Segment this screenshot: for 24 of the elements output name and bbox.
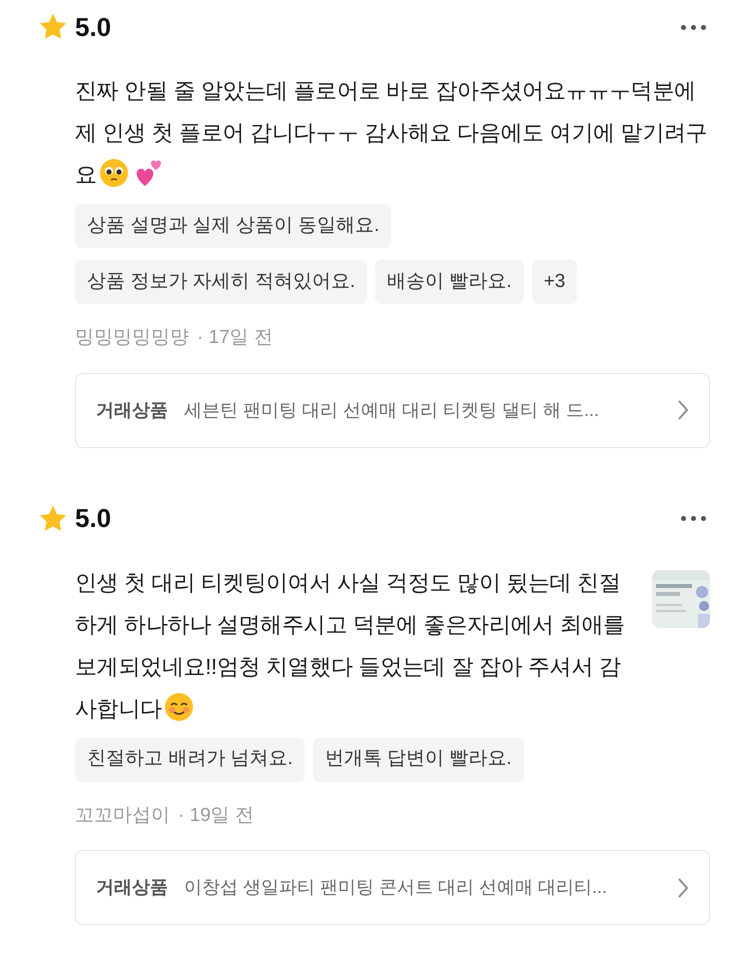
review-tag: 번개톡 답변이 빨라요. — [312, 738, 524, 782]
pleading-face-icon — [98, 158, 129, 188]
product-title: 세븐틴 팬미팅 대리 선예매 대리 티켓팅 댈티 해 드... — [184, 398, 600, 422]
product-title: 이창섭 생일파티 팬미팅 콘서트 대리 선예매 대리티... — [184, 876, 608, 899]
review-tag: +3 — [532, 260, 578, 304]
review-text: 진짜 안될 줄 알았는데 플로어로 바로 잡아주셨어요ㅠㅠㅜ덕분에 제 인생 첫 플로어 갑니다ㅜㅜ 감사해요 다음에도 여기에 맡기려구요 — [75, 77, 708, 190]
rating: 5.0 — [75, 502, 112, 535]
author-name: 밍밍밍밍밍먕 — [75, 326, 189, 350]
chevron-right-icon — [677, 399, 689, 421]
review-text: 인생 첫 대리 티켓팅이여서 사실 걱정도 많이 됬는데 친절하게 하나하나 설명해주시고 덕분에 좋은자리에서 최애를 보게되었네요!!엄청 치열했다 들었는데 잘 잡아 주셔서 감사합니다 — [75, 568, 626, 724]
review-tag: 친절하고 배려가 넘쳐요. — [75, 738, 305, 782]
product-card[interactable]: 거래상품 세븐틴 팬미팅 대리 선예매 대리 티켓팅 댈티 해 드... — [75, 372, 710, 448]
review-date: · 19일 전 — [178, 804, 254, 828]
smiling-face-icon — [164, 692, 194, 722]
review-tag: 배송이 빨라요. — [375, 260, 524, 304]
chevron-right-icon — [677, 876, 689, 898]
review-date: · 17일 전 — [197, 326, 274, 350]
product-label: 거래상품 — [96, 398, 168, 422]
product-card[interactable]: 거래상품 이창섭 생일파티 팬미팅 콘서트 대리 선예매 대리티... — [75, 850, 710, 925]
review-tag: 상품 설명과 실제 상품이 동일해요. — [75, 204, 392, 248]
product-label: 거래상품 — [96, 876, 168, 899]
rating: 5.0 — [75, 10, 112, 44]
review-tag: 상품 정보가 자세히 적혀있어요. — [75, 260, 368, 304]
author-name: 꼬꼬마섭이 — [75, 804, 170, 828]
